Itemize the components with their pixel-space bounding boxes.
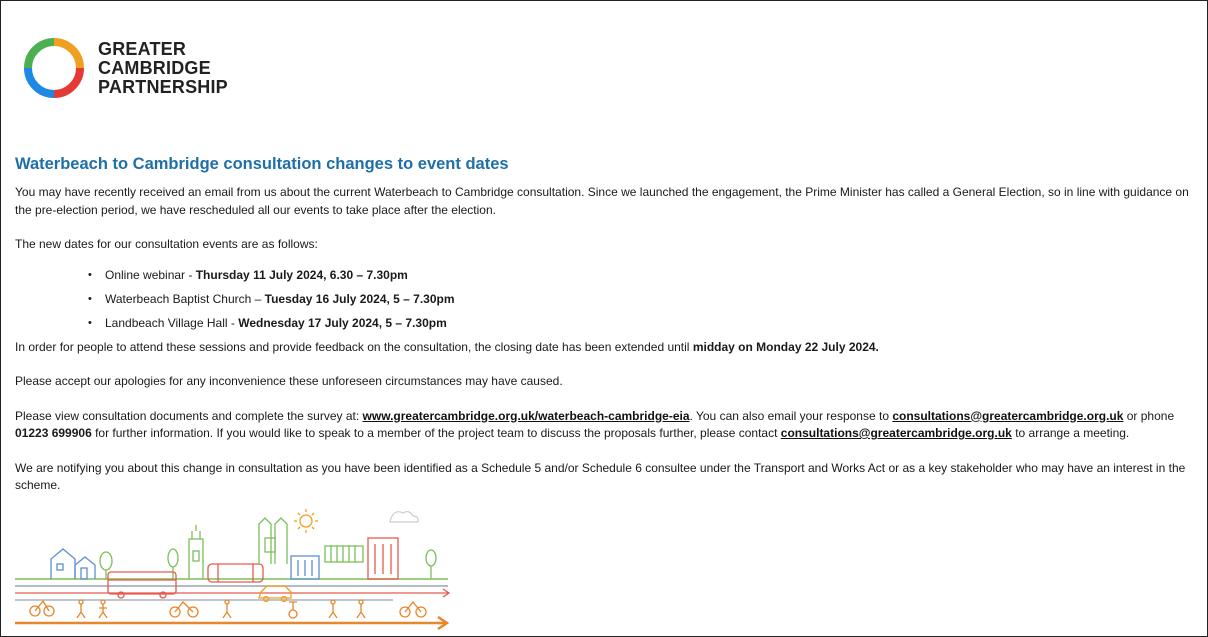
- list-item-event-1: Online webinar - Thursday 11 July 2024, …: [88, 267, 1193, 284]
- intro-paragraph: You may have recently received an email …: [15, 185, 1189, 217]
- survey-text-4: for further information. If you would li…: [91, 426, 781, 440]
- survey-text-3: or phone: [1123, 408, 1175, 423]
- logo-line-1: GREATER: [98, 39, 187, 59]
- logo-wordmark: GREATER CAMBRIDGE PARTNERSHIP: [98, 40, 228, 97]
- logo-line-3: PARTNERSHIP: [98, 77, 228, 97]
- event-date: Thursday 11 July 2024, 6.30 – 7.30pm: [195, 267, 408, 282]
- list-item-event-2: Waterbeach Baptist Church – Tuesday 16 J…: [88, 291, 1193, 308]
- town-illustration: [15, 509, 451, 631]
- event-place: Online webinar -: [105, 267, 196, 282]
- bus-icon: [107, 571, 177, 599]
- survey-text-1: Please view consultation documents and c…: [15, 408, 363, 423]
- new-dates-intro: The new dates for our consultation event…: [15, 237, 318, 251]
- list-item-event-3: Landbeach Village Hall - Wednesday 17 Ju…: [88, 315, 1193, 332]
- event-date: Wednesday 17 July 2024, 5 – 7.30pm: [238, 315, 447, 330]
- event-date: Tuesday 16 July 2024, 5 – 7.30pm: [264, 291, 455, 306]
- logo-line-2: CAMBRIDGE: [98, 58, 211, 78]
- email-link-1[interactable]: consultations@greatercambridge.org.uk: [892, 409, 1123, 423]
- ring-logo-icon: [24, 38, 84, 98]
- office-icon: [290, 555, 320, 580]
- gcp-logo: GREATER CAMBRIDGE PARTNERSHIP: [23, 37, 263, 101]
- houses-icon: [50, 548, 96, 580]
- greenhouse-icon: [324, 545, 364, 563]
- college-icon: [258, 517, 288, 564]
- sun-icon: [294, 509, 318, 533]
- survey-text-2: . You can also email your response to: [689, 408, 893, 423]
- people-icon: [29, 599, 427, 619]
- car-icon: [258, 585, 292, 603]
- apartment-icon: [367, 537, 399, 580]
- apology-paragraph: Please accept our apologies for any inco…: [15, 374, 563, 388]
- email-body: You may have recently received an email …: [15, 184, 1193, 495]
- notice-paragraph: We are notifying you about this change i…: [15, 460, 1186, 493]
- consultation-link[interactable]: www.greatercambridge.org.uk/waterbeach-c…: [363, 409, 690, 423]
- tree-icon: [99, 548, 437, 579]
- survey-text-5: to arrange a meeting.: [1011, 426, 1130, 440]
- phone-number: 01223 699906: [15, 426, 92, 440]
- events-list: Online webinar - Thursday 11 July 2024, …: [15, 267, 1193, 332]
- closing-date: midday on Monday 22 July 2024.: [692, 339, 879, 354]
- event-place: Landbeach Village Hall -: [105, 315, 239, 330]
- email-frame: GREATER CAMBRIDGE PARTNERSHIP Waterbeach…: [0, 0, 1208, 637]
- closing-text: In order for people to attend these sess…: [15, 339, 693, 354]
- cloud-icon: [389, 510, 419, 523]
- survey-paragraph: Please view consultation documents and c…: [15, 408, 1193, 443]
- email-link-2[interactable]: consultations@greatercambridge.org.uk: [781, 426, 1012, 440]
- church-icon: [188, 525, 204, 579]
- event-place: Waterbeach Baptist Church –: [105, 291, 265, 306]
- page-title: Waterbeach to Cambridge consultation cha…: [15, 155, 509, 173]
- closing-date-paragraph: In order for people to attend these sess…: [15, 339, 1193, 357]
